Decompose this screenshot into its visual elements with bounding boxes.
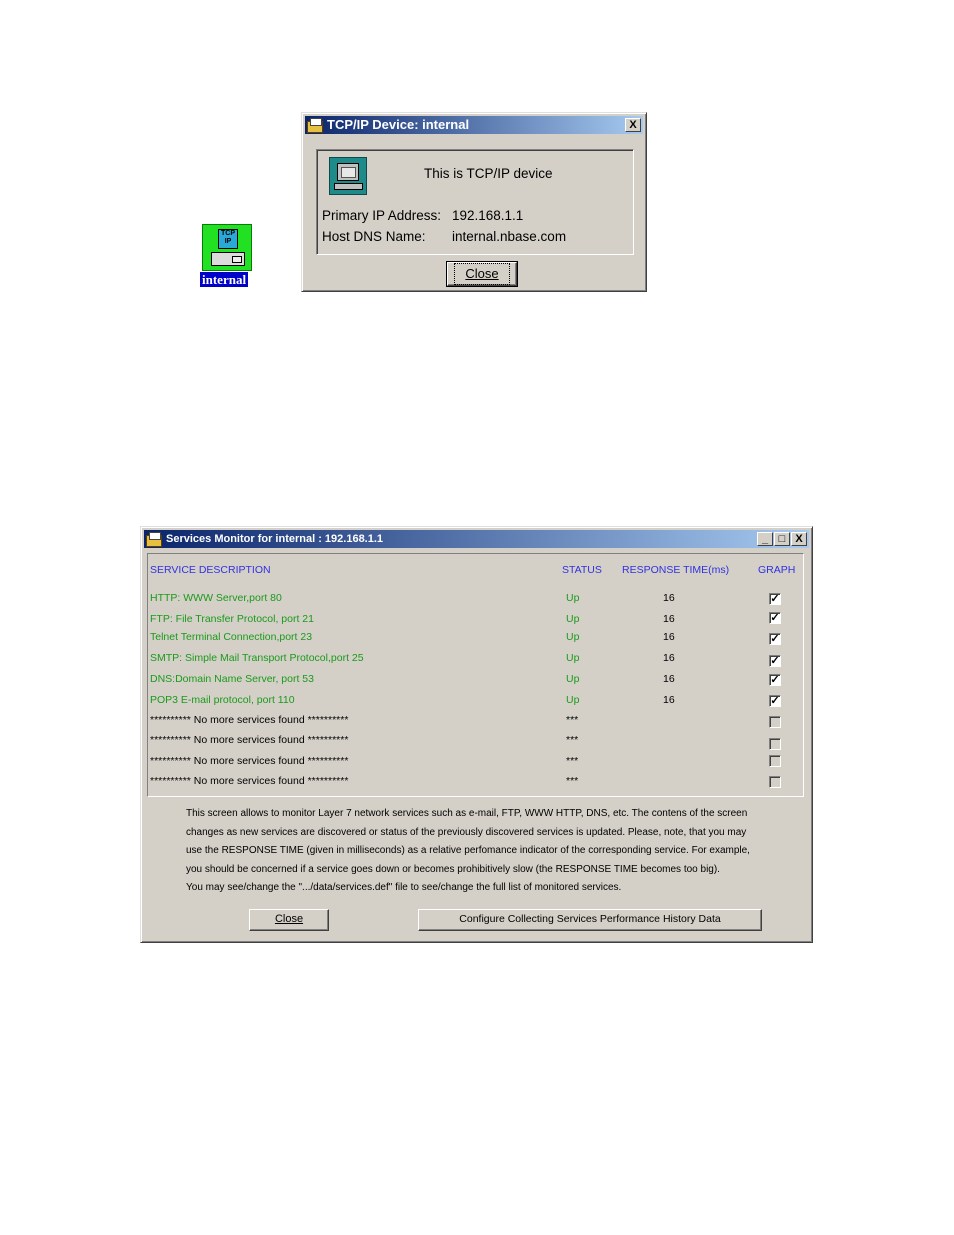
- graph-checkbox[interactable]: [769, 755, 781, 767]
- desktop-icon-label: internal: [200, 272, 249, 287]
- service-description: POP3 E-mail protocol, port 110: [150, 694, 295, 706]
- service-description: ********** No more services found ******…: [150, 734, 349, 746]
- close-button[interactable]: Close: [446, 261, 518, 287]
- services-table: SERVICE DESCRIPTION STATUS RESPONSE TIME…: [147, 553, 804, 797]
- configure-history-button[interactable]: Configure Collecting Services Performanc…: [418, 909, 762, 931]
- ip-label: Primary IP Address:: [322, 208, 442, 223]
- service-status: ***: [566, 775, 579, 787]
- info-line: use the RESPONSE TIME (given in millisec…: [186, 845, 750, 856]
- tcpip-label-icon: TCP IP: [218, 229, 238, 249]
- ip-value: 192.168.1.1: [452, 208, 524, 223]
- computer-icon: [329, 157, 367, 195]
- device-info-frame: This is TCP/IP device Primary IP Address…: [316, 149, 634, 255]
- service-response-time: 16: [663, 694, 675, 706]
- tcpip-device-dialog: TCP/IP Device: internal X This is TCP/IP…: [301, 112, 647, 292]
- service-description: ********** No more services found ******…: [150, 714, 349, 726]
- service-description: DNS:Domain Name Server, port 53: [150, 673, 314, 685]
- close-button-label: Close: [274, 913, 304, 925]
- service-description: SMTP: Simple Mail Transport Protocol,por…: [150, 652, 364, 664]
- graph-checkbox[interactable]: [769, 716, 781, 728]
- header-service-description: SERVICE DESCRIPTION: [150, 564, 271, 576]
- app-icon: [146, 532, 162, 547]
- tcpip-device-icon: TCP IP: [202, 224, 252, 271]
- service-response-time: 16: [663, 673, 675, 685]
- service-description: ********** No more services found ******…: [150, 755, 349, 767]
- close-button[interactable]: Close: [249, 909, 329, 931]
- service-status: ***: [566, 734, 579, 746]
- table-row: DNS:Domain Name Server, port 53 Up 16 ✓: [148, 673, 803, 691]
- service-description: HTTP: WWW Server,port 80: [150, 592, 282, 604]
- service-response-time: 16: [663, 592, 675, 604]
- service-status: Up: [566, 631, 580, 643]
- service-status: Up: [566, 673, 580, 685]
- table-row: HTTP: WWW Server,port 80 Up 16 ✓: [148, 592, 803, 610]
- dialog-titlebar[interactable]: TCP/IP Device: internal X: [305, 116, 643, 134]
- table-row: ********** No more services found ******…: [148, 714, 803, 732]
- table-row: POP3 E-mail protocol, port 110 Up 16 ✓: [148, 694, 803, 712]
- service-response-time: 16: [663, 652, 675, 664]
- dialog-title: TCP/IP Device: internal: [327, 117, 470, 132]
- service-status: Up: [566, 592, 580, 604]
- close-icon[interactable]: X: [791, 532, 807, 546]
- info-line: changes as new services are discovered o…: [186, 826, 747, 838]
- info-line: You may see/change the ".../data/service…: [186, 882, 622, 893]
- graph-checkbox[interactable]: ✓: [769, 674, 781, 686]
- graph-checkbox[interactable]: [769, 738, 781, 750]
- internal-device-icon[interactable]: TCP IP internal: [199, 223, 259, 289]
- table-row: SMTP: Simple Mail Transport Protocol,por…: [148, 652, 803, 670]
- device-heading: This is TCP/IP device: [424, 166, 553, 181]
- graph-checkbox[interactable]: ✓: [769, 612, 781, 624]
- info-line: This screen allows to monitor Layer 7 ne…: [186, 808, 748, 819]
- service-status: ***: [566, 714, 579, 726]
- dns-value: internal.nbase.com: [452, 229, 567, 244]
- table-row: Telnet Terminal Connection,port 23 Up 16…: [148, 631, 803, 649]
- close-icon[interactable]: X: [625, 118, 641, 132]
- table-row: ********** No more services found ******…: [148, 755, 803, 773]
- service-status: Up: [566, 694, 580, 706]
- configure-history-button-label: Configure Collecting Services Performanc…: [459, 913, 721, 925]
- service-response-time: 16: [663, 631, 675, 643]
- app-icon: [307, 118, 323, 133]
- minimize-icon[interactable]: _: [757, 532, 773, 546]
- services-title: Services Monitor for internal : 192.168.…: [166, 533, 384, 545]
- service-status: ***: [566, 755, 579, 767]
- service-description: ********** No more services found ******…: [150, 775, 349, 787]
- close-button-label: Close: [454, 263, 510, 285]
- graph-checkbox[interactable]: [769, 776, 781, 788]
- device-box-icon: [211, 252, 245, 266]
- graph-checkbox[interactable]: ✓: [769, 633, 781, 645]
- maximize-icon[interactable]: □: [774, 532, 790, 546]
- graph-checkbox[interactable]: ✓: [769, 655, 781, 667]
- table-row: FTP: File Transfer Protocol, port 21 Up …: [148, 612, 803, 631]
- info-line: you should be concerned if a service goe…: [186, 863, 720, 875]
- table-row: ********** No more services found ******…: [148, 775, 803, 793]
- service-status: Up: [566, 652, 580, 664]
- service-description: Telnet Terminal Connection,port 23: [150, 631, 313, 643]
- dns-label: Host DNS Name:: [322, 229, 426, 244]
- services-titlebar[interactable]: Services Monitor for internal : 192.168.…: [144, 530, 809, 548]
- graph-checkbox[interactable]: ✓: [769, 593, 781, 605]
- service-description: FTP: File Transfer Protocol, port 21: [150, 613, 314, 625]
- service-response-time: 16: [663, 613, 675, 625]
- service-status: Up: [566, 613, 580, 625]
- header-status: STATUS: [562, 564, 602, 576]
- header-response-time: RESPONSE TIME(ms): [622, 564, 730, 576]
- graph-checkbox[interactable]: ✓: [769, 695, 781, 707]
- info-text: This screen allows to monitor Layer 7 ne…: [186, 805, 786, 898]
- header-graph: GRAPH: [758, 564, 796, 576]
- services-monitor-window: Services Monitor for internal : 192.168.…: [140, 526, 813, 943]
- table-row: ********** No more services found ******…: [148, 734, 803, 752]
